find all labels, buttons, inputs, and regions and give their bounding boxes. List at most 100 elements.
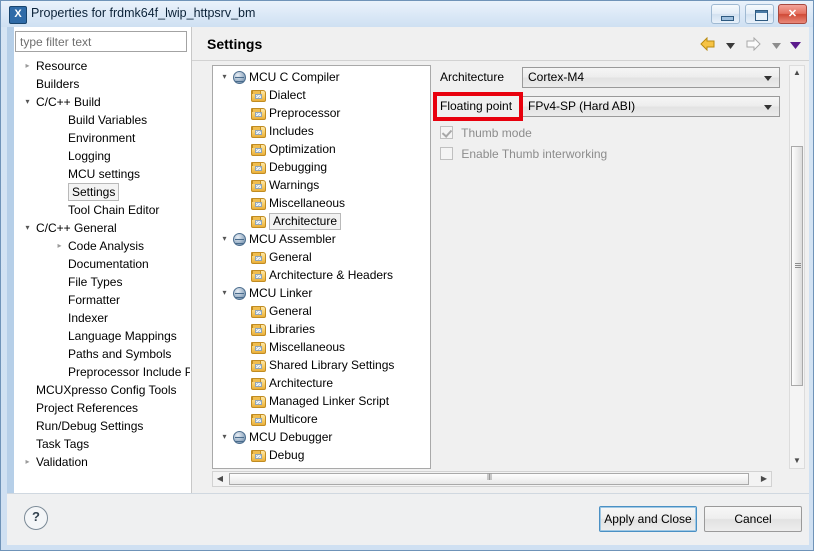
sidebar-item-project-references[interactable]: Project References bbox=[14, 399, 138, 417]
back-menu-chevron-down-icon[interactable] bbox=[725, 39, 735, 53]
hscroll-thumb[interactable] bbox=[229, 472, 749, 485]
cancel-button[interactable]: Cancel bbox=[704, 506, 802, 532]
tree-item-libraries[interactable]: Libraries bbox=[213, 320, 315, 338]
sidebar-item-paths-and-symbols[interactable]: Paths and Symbols bbox=[14, 345, 171, 363]
tree-item-miscellaneous[interactable]: Miscellaneous bbox=[213, 194, 345, 212]
tree-item-label: Preprocessor bbox=[269, 106, 341, 120]
architecture-combo[interactable]: Cortex-M4 bbox=[522, 67, 780, 88]
sidebar-item-label: C/C++ General bbox=[36, 221, 117, 235]
sidebar-item-logging[interactable]: Logging bbox=[14, 147, 111, 165]
expand-arrow-icon[interactable] bbox=[219, 284, 230, 302]
expand-arrow-icon[interactable] bbox=[219, 68, 230, 86]
back-arrow-icon[interactable] bbox=[699, 36, 717, 54]
floating-point-combo[interactable]: FPv4-SP (Hard ABI) bbox=[522, 96, 780, 117]
tree-item-label: Shared Library Settings bbox=[269, 358, 395, 372]
apply-and-close-button[interactable]: Apply and Close bbox=[599, 506, 697, 532]
tree-item-dialect[interactable]: Dialect bbox=[213, 86, 306, 104]
tree-item-preprocessor[interactable]: Preprocessor bbox=[213, 104, 340, 122]
thumb-interworking-row[interactable]: Enable Thumb interworking bbox=[440, 146, 607, 162]
sidebar-item-resource[interactable]: Resource bbox=[14, 57, 87, 75]
tree-item-architecture[interactable]: Architecture bbox=[213, 374, 333, 392]
collapse-arrow-icon[interactable] bbox=[22, 57, 33, 75]
expand-arrow-icon[interactable] bbox=[22, 93, 33, 111]
floating-point-highlight-annotation bbox=[433, 92, 523, 121]
sidebar-item-label: Builders bbox=[36, 77, 80, 91]
close-button[interactable]: ✕ bbox=[778, 4, 807, 24]
sidebar-item-builders[interactable]: Builders bbox=[14, 75, 79, 93]
sidebar-item-file-types[interactable]: File Types bbox=[14, 273, 122, 291]
thumb-mode-row[interactable]: Thumb mode bbox=[440, 125, 532, 141]
sidebar-item-mcuxpresso-config-tools[interactable]: MCUXpresso Config Tools bbox=[14, 381, 177, 399]
sidebar-item-validation[interactable]: Validation bbox=[14, 453, 88, 471]
sidebar-item-mcu-settings[interactable]: MCU settings bbox=[14, 165, 140, 183]
tree-item-mcu-linker[interactable]: MCU Linker bbox=[213, 284, 312, 302]
sidebar-item-indexer[interactable]: Indexer bbox=[14, 309, 108, 327]
folder-icon bbox=[251, 396, 266, 408]
sidebar-item-label: Tool Chain Editor bbox=[68, 203, 160, 217]
forward-menu-chevron-down-icon[interactable] bbox=[771, 39, 781, 53]
sidebar-item-code-analysis[interactable]: Code Analysis bbox=[14, 237, 144, 255]
tree-item-general[interactable]: General bbox=[213, 248, 312, 266]
sidebar-item-c-c-build[interactable]: C/C++ Build bbox=[14, 93, 101, 111]
tree-item-includes[interactable]: Includes bbox=[213, 122, 314, 140]
expand-arrow-icon[interactable] bbox=[219, 428, 230, 446]
tool-globe-icon bbox=[233, 431, 246, 444]
thumb-mode-checkbox-icon[interactable] bbox=[440, 126, 453, 139]
tree-item-warnings[interactable]: Warnings bbox=[213, 176, 319, 194]
collapse-arrow-icon[interactable] bbox=[22, 453, 33, 471]
eclipse-x-icon: X bbox=[9, 6, 27, 24]
tree-item-mcu-assembler[interactable]: MCU Assembler bbox=[213, 230, 336, 248]
expand-arrow-icon[interactable] bbox=[219, 230, 230, 248]
tree-item-shared-library-settings[interactable]: Shared Library Settings bbox=[213, 356, 394, 374]
tree-item-architecture[interactable]: Architecture bbox=[213, 212, 342, 230]
scroll-left-arrow-icon[interactable]: ◀ bbox=[213, 472, 227, 486]
expand-arrow-icon[interactable] bbox=[22, 219, 33, 237]
sidebar-item-environment[interactable]: Environment bbox=[14, 129, 135, 147]
sidebar-item-documentation[interactable]: Documentation bbox=[14, 255, 149, 273]
sidebar-item-tool-chain-editor[interactable]: Tool Chain Editor bbox=[14, 201, 159, 219]
tree-item-general[interactable]: General bbox=[213, 302, 312, 320]
scroll-right-arrow-icon[interactable]: ▶ bbox=[757, 472, 771, 486]
folder-icon bbox=[251, 450, 266, 462]
collapse-arrow-icon[interactable] bbox=[54, 237, 65, 255]
tool-settings-tree[interactable]: MCU C Compiler Dialect Preprocessor Include… bbox=[212, 65, 431, 469]
preferences-tree[interactable]: Resource Builders C/C++ Build Build Variabl… bbox=[14, 57, 190, 493]
tree-item-mcu-debugger[interactable]: MCU Debugger bbox=[213, 428, 332, 446]
tree-item-architecture-headers[interactable]: Architecture & Headers bbox=[213, 266, 393, 284]
tree-item-managed-linker-script[interactable]: Managed Linker Script bbox=[213, 392, 389, 410]
help-button[interactable]: ? bbox=[24, 506, 48, 530]
tree-item-optimization[interactable]: Optimization bbox=[213, 140, 336, 158]
tree-item-label: MCU C Compiler bbox=[249, 70, 340, 84]
tree-item-debug[interactable]: Debug bbox=[213, 446, 304, 464]
sidebar-item-label: Logging bbox=[68, 149, 111, 163]
sidebar-item-task-tags[interactable]: Task Tags bbox=[14, 435, 89, 453]
scroll-down-arrow-icon[interactable]: ▼ bbox=[790, 454, 804, 468]
filter-input[interactable]: type filter text bbox=[15, 31, 187, 52]
sidebar-item-formatter[interactable]: Formatter bbox=[14, 291, 120, 309]
settings-hscrollbar[interactable]: ◀ ▶ bbox=[212, 471, 772, 487]
maximize-button[interactable] bbox=[744, 4, 774, 24]
sidebar-item-settings[interactable]: Settings bbox=[14, 183, 120, 201]
vscroll-thumb[interactable] bbox=[791, 146, 803, 386]
sidebar-item-preprocessor-include-pa[interactable]: Preprocessor Include Pa bbox=[14, 363, 190, 381]
sidebar-item-run-debug-settings[interactable]: Run/Debug Settings bbox=[14, 417, 143, 435]
scroll-up-arrow-icon[interactable]: ▲ bbox=[790, 66, 804, 80]
tree-item-label: MCU Linker bbox=[249, 286, 313, 300]
sidebar-item-build-variables[interactable]: Build Variables bbox=[14, 111, 147, 129]
tree-item-label: MCU Debugger bbox=[249, 430, 333, 444]
tree-item-debugging[interactable]: Debugging bbox=[213, 158, 327, 176]
tree-item-label: Debugging bbox=[269, 160, 328, 174]
sidebar-item-language-mappings[interactable]: Language Mappings bbox=[14, 327, 177, 345]
tree-item-mcu-c-compiler[interactable]: MCU C Compiler bbox=[213, 68, 340, 86]
settings-vscrollbar[interactable]: ▲ ▼ bbox=[789, 65, 805, 469]
minimize-button[interactable] bbox=[711, 4, 741, 24]
architecture-label: Architecture bbox=[440, 70, 505, 84]
view-menu-chevron-down-icon[interactable] bbox=[790, 39, 801, 53]
thumb-interworking-checkbox-icon[interactable] bbox=[440, 147, 453, 160]
tree-item-multicore[interactable]: Multicore bbox=[213, 410, 318, 428]
forward-arrow-icon[interactable] bbox=[744, 36, 762, 54]
tree-item-label: Dialect bbox=[269, 88, 306, 102]
tree-item-miscellaneous[interactable]: Miscellaneous bbox=[213, 338, 345, 356]
tree-item-label: Miscellaneous bbox=[269, 196, 346, 210]
sidebar-item-c-c-general[interactable]: C/C++ General bbox=[14, 219, 117, 237]
